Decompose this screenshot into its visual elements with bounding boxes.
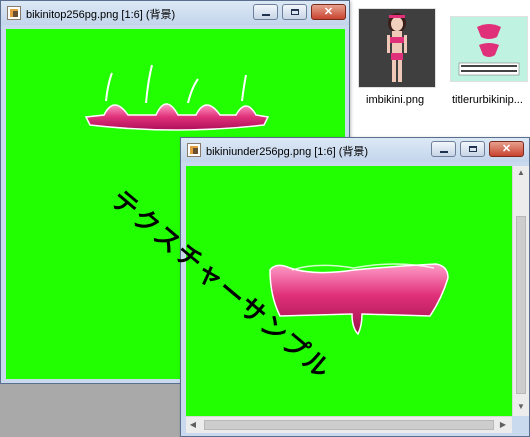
maximize-icon xyxy=(469,146,477,152)
maximize-icon xyxy=(291,9,299,15)
image-file-icon xyxy=(7,6,21,20)
close-icon: ✕ xyxy=(323,6,334,18)
character-thumbnail-icon xyxy=(359,9,435,87)
close-button[interactable]: ✕ xyxy=(489,141,524,157)
close-icon: ✕ xyxy=(501,143,512,155)
file-item-imbikini[interactable]: imbikini.png xyxy=(356,8,438,114)
minimize-icon xyxy=(262,14,270,16)
scroll-down-arrow-icon[interactable]: ▼ xyxy=(513,402,529,411)
horizontal-scrollbar[interactable]: ◀ ▶ xyxy=(186,416,512,433)
bikini-texture-thumbnail-icon xyxy=(451,17,527,81)
vertical-scrollbar[interactable]: ▲ ▼ xyxy=(512,166,529,416)
file-item-titlerurbikini[interactable]: titlerurbikinip... xyxy=(448,8,530,114)
minimize-icon xyxy=(440,151,448,153)
workspace-background xyxy=(0,384,182,437)
close-button[interactable]: ✕ xyxy=(311,4,346,20)
window-title: bikiniunder256pg.png [1:6] (背景) xyxy=(206,146,369,158)
maximize-button[interactable] xyxy=(460,141,485,157)
scroll-right-arrow-icon[interactable]: ▶ xyxy=(498,420,508,429)
title-bar[interactable]: bikiniunder256pg.png [1:6] (背景) ✕ xyxy=(181,138,529,162)
file-label: titlerurbikinip... xyxy=(452,94,523,106)
title-bar[interactable]: bikinitop256pg.png [1:6] (背景) ✕ xyxy=(1,1,349,25)
maximize-button[interactable] xyxy=(282,4,307,20)
scroll-up-arrow-icon[interactable]: ▲ xyxy=(513,168,529,177)
titlerurbikini-thumbnail xyxy=(450,16,528,82)
scrollbar-thumb[interactable] xyxy=(516,216,526,394)
scrollbar-thumb[interactable] xyxy=(204,420,494,430)
imbikini-thumbnail xyxy=(358,8,436,88)
file-label: imbikini.png xyxy=(366,94,425,106)
image-file-icon xyxy=(187,143,201,157)
window-title: bikinitop256pg.png [1:6] (背景) xyxy=(26,9,176,21)
scroll-left-arrow-icon[interactable]: ◀ xyxy=(188,420,198,429)
minimize-button[interactable] xyxy=(253,4,278,20)
minimize-button[interactable] xyxy=(431,141,456,157)
